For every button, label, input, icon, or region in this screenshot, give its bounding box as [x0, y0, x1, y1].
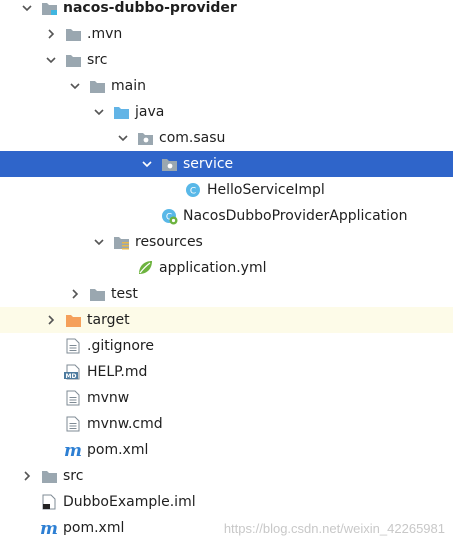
svg-text:MD: MD [66, 373, 77, 380]
svg-text:m: m [40, 520, 58, 536]
tree-node-label: target [87, 312, 130, 328]
chevron-down-icon[interactable] [116, 131, 130, 145]
resources-folder-icon [112, 233, 130, 251]
tree-node[interactable]: DubboExample.iml [0, 489, 453, 515]
maven-pom-icon: m [40, 519, 58, 537]
text-file-icon [64, 415, 82, 433]
chevron-right-icon[interactable] [44, 27, 58, 41]
chevron-down-icon[interactable] [92, 105, 106, 119]
tree-node[interactable]: mvnw [0, 385, 453, 411]
tree-node[interactable]: src [0, 463, 453, 489]
tree-node[interactable]: .gitignore [0, 333, 453, 359]
tree-node[interactable]: application.yml [0, 255, 453, 281]
text-file-icon [64, 337, 82, 355]
tree-node[interactable]: m pom.xml [0, 437, 453, 463]
tree-node-label: test [111, 286, 138, 302]
tree-node-label: main [111, 78, 146, 94]
iml-file-icon [40, 493, 58, 511]
tree-node-label: mvnw [87, 390, 130, 406]
package-icon [160, 155, 178, 173]
excluded-folder-icon [64, 311, 82, 329]
chevron-down-icon[interactable] [20, 1, 34, 15]
chevron-down-icon[interactable] [92, 235, 106, 249]
tree-node[interactable]: C NacosDubboProviderApplication [0, 203, 453, 229]
tree-node-label: .gitignore [87, 338, 154, 354]
chevron-down-icon[interactable] [140, 157, 154, 171]
tree-node[interactable]: service [0, 151, 453, 177]
tree-node-label: HelloServiceImpl [207, 182, 325, 198]
tree-node-label: mvnw.cmd [87, 416, 163, 432]
tree-node[interactable]: C HelloServiceImpl [0, 177, 453, 203]
tree-node-label: nacos-dubbo-provider [63, 0, 237, 16]
tree-node[interactable]: src [0, 47, 453, 73]
tree-node-label: .mvn [87, 26, 123, 42]
tree-node-label: service [183, 156, 234, 172]
tree-node[interactable]: test [0, 281, 453, 307]
chevron-down-icon[interactable] [44, 53, 58, 67]
tree-node[interactable]: com.sasu [0, 125, 453, 151]
folder-icon [64, 51, 82, 69]
chevron-down-icon[interactable] [68, 79, 82, 93]
chevron-right-icon[interactable] [68, 287, 82, 301]
folder-icon [64, 25, 82, 43]
watermark-text: https://blog.csdn.net/weixin_42265981 [223, 521, 445, 536]
svg-text:m: m [64, 442, 82, 458]
folder-icon [88, 285, 106, 303]
spring-boot-class-icon: C [160, 207, 178, 225]
tree-node[interactable]: resources [0, 229, 453, 255]
folder-icon [40, 467, 58, 485]
maven-pom-icon: m [64, 441, 82, 459]
java-class-icon: C [184, 181, 202, 199]
package-icon [136, 129, 154, 147]
spring-yml-icon [136, 259, 154, 277]
tree-node-label: pom.xml [63, 520, 125, 536]
tree-node-label: DubboExample.iml [63, 494, 196, 510]
folder-icon [88, 77, 106, 95]
source-folder-icon [112, 103, 130, 121]
chevron-right-icon[interactable] [44, 313, 58, 327]
chevron-right-icon[interactable] [20, 469, 34, 483]
tree-node[interactable]: MD HELP.md [0, 359, 453, 385]
tree-node-label: com.sasu [159, 130, 226, 146]
markdown-file-icon: MD [64, 363, 82, 381]
tree-node-label: resources [135, 234, 203, 250]
svg-text:C: C [190, 187, 196, 197]
tree-node[interactable]: main [0, 73, 453, 99]
tree-node[interactable]: mvnw.cmd [0, 411, 453, 437]
tree-node-label: HELP.md [87, 364, 148, 380]
tree-node[interactable]: nacos-dubbo-provider [0, 0, 453, 21]
module-folder-icon [40, 0, 58, 17]
tree-node-label: pom.xml [87, 442, 149, 458]
tree-node-label: src [63, 468, 84, 484]
tree-node[interactable]: target [0, 307, 453, 333]
text-file-icon [64, 389, 82, 407]
tree-node-label: java [135, 104, 165, 120]
tree-node-label: src [87, 52, 108, 68]
tree-node-label: application.yml [159, 260, 267, 276]
tree-node[interactable]: java [0, 99, 453, 125]
tree-node-label: NacosDubboProviderApplication [183, 208, 408, 224]
tree-node[interactable]: .mvn [0, 21, 453, 47]
